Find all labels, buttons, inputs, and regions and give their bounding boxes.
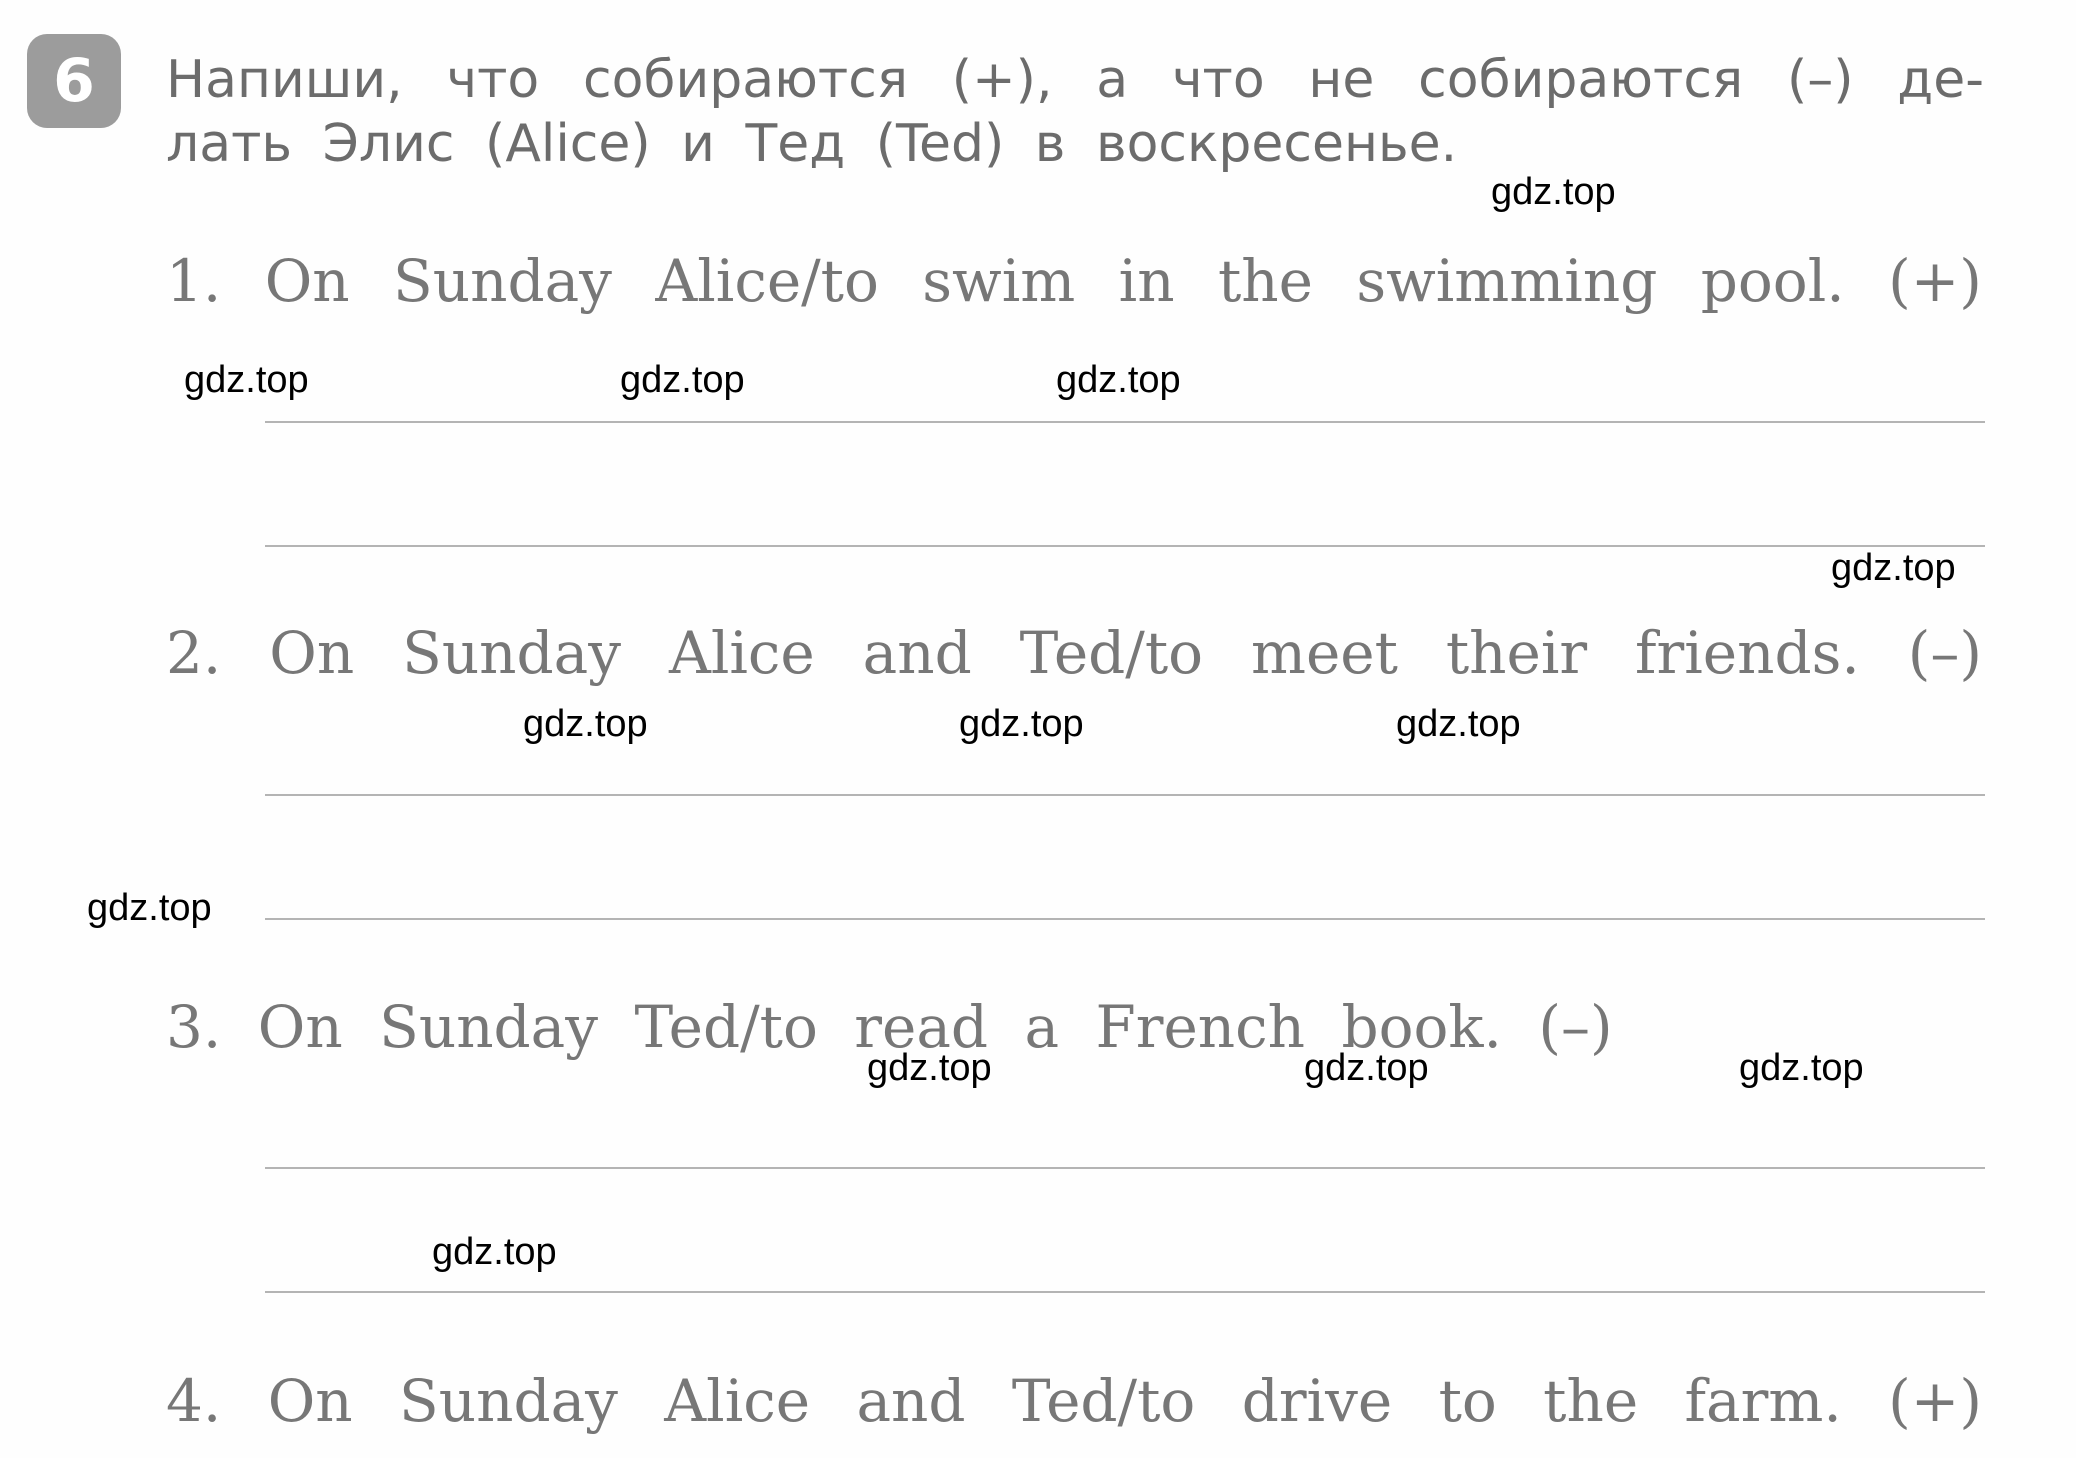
task-1-answer-line-1[interactable]	[265, 421, 1985, 423]
sentence-word: farm.	[1684, 1367, 1842, 1435]
sentence-word: Alice/to	[655, 247, 879, 315]
sentence-word: swim	[922, 247, 1076, 315]
watermark: gdz.top	[867, 1047, 992, 1089]
sentence-word: On	[264, 247, 350, 315]
task-2-answer-line-2[interactable]	[265, 918, 1985, 920]
sentence-word: Sunday	[402, 619, 622, 687]
watermark: gdz.top	[1491, 171, 1616, 213]
sentence-word: in	[1118, 247, 1175, 315]
watermark: gdz.top	[1304, 1047, 1429, 1089]
watermark: gdz.top	[1056, 359, 1181, 401]
task-1-sentence: 1. On Sunday Alice/to swim in the swimming pool.…	[166, 246, 1982, 316]
watermark: gdz.top	[432, 1231, 557, 1273]
task-3-sentence: 3. On Sunday Ted/to read a French book. …	[166, 993, 1613, 1061]
instruction-line-2: лать Элис (Alice) и Тед (Ted) в воскресе…	[166, 114, 1458, 174]
watermark: gdz.top	[1396, 703, 1521, 745]
sentence-word: 1.	[166, 247, 222, 315]
sentence-word: (–)	[1907, 619, 1982, 687]
watermark: gdz.top	[959, 703, 1084, 745]
sentence-word: (+)	[1888, 247, 1982, 315]
instruction-line-1: Напиши, что собираются (+), а что не соб…	[166, 50, 1984, 110]
sentence-word: Sunday	[393, 247, 612, 315]
exercise-number-badge: 6	[27, 34, 121, 128]
sentence-word: friends.	[1635, 619, 1860, 687]
sentence-word: and	[856, 1367, 966, 1435]
sentence-word: Ted/to	[1019, 619, 1204, 687]
task-2-sentence: 2. On Sunday Alice and Ted/to meet their friends…	[166, 618, 1982, 688]
sentence-word: the	[1543, 1367, 1639, 1435]
sentence-word: drive	[1241, 1367, 1393, 1435]
sentence-word: the	[1217, 247, 1313, 315]
sentence-word: On	[267, 1367, 353, 1435]
task-2-answer-line-1[interactable]	[265, 794, 1985, 796]
sentence-word: Alice	[668, 619, 815, 687]
task-3-answer-line-2[interactable]	[265, 1291, 1985, 1293]
sentence-word: Sunday	[399, 1367, 618, 1435]
sentence-word: 2.	[166, 619, 222, 687]
task-4-sentence: 4. On Sunday Alice and Ted/to drive to the farm. (…	[166, 1366, 1982, 1436]
worksheet-page: 6 Напиши, что собираются (+), а что не с…	[0, 0, 2076, 1458]
sentence-word: swimming	[1356, 247, 1658, 315]
sentence-word: meet	[1250, 619, 1398, 687]
sentence-word: to	[1438, 1367, 1497, 1435]
sentence-word: Alice	[664, 1367, 811, 1435]
watermark: gdz.top	[1831, 547, 1956, 589]
sentence-word: 4.	[166, 1367, 222, 1435]
task-1-answer-line-2[interactable]	[265, 545, 1985, 547]
watermark: gdz.top	[184, 359, 309, 401]
sentence-word: and	[862, 619, 972, 687]
sentence-word: On	[269, 619, 355, 687]
exercise-instruction: Напиши, что собираются (+), а что не соб…	[166, 48, 1986, 176]
sentence-word: their	[1445, 619, 1588, 687]
sentence-word: Ted/to	[1011, 1367, 1196, 1435]
sentence-word: (+)	[1888, 1367, 1982, 1435]
task-3-answer-line-1[interactable]	[265, 1167, 1985, 1169]
sentence-word: pool.	[1700, 247, 1845, 315]
watermark: gdz.top	[620, 359, 745, 401]
watermark: gdz.top	[87, 887, 212, 929]
watermark: gdz.top	[1739, 1047, 1864, 1089]
watermark: gdz.top	[523, 703, 648, 745]
